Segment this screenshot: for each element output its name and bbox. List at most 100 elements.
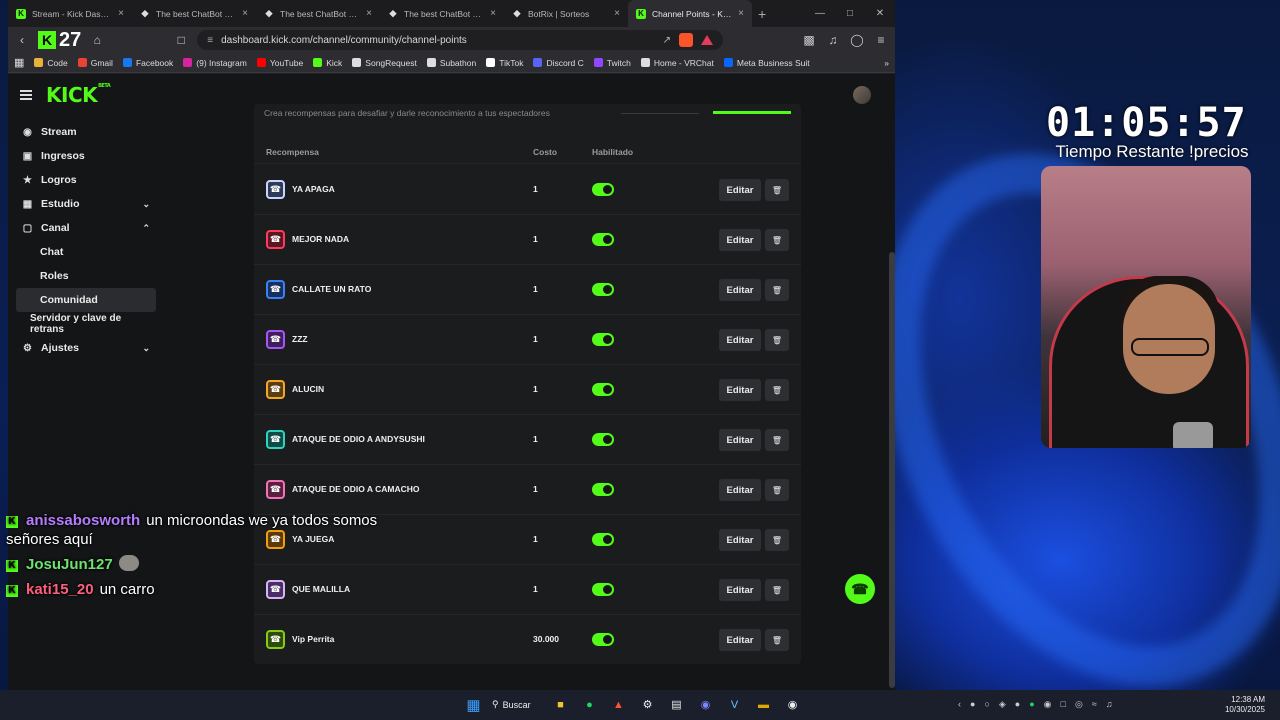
edit-button[interactable]: Editar (719, 479, 761, 501)
discord-icon[interactable]: ◉ (695, 694, 716, 715)
tray-app-icon[interactable]: ◈ (999, 699, 1006, 710)
delete-button[interactable]: 🗑 (765, 179, 789, 201)
bookmark-item[interactable]: Meta Business Suit (723, 58, 810, 68)
bookmark-item[interactable]: Facebook (122, 58, 173, 68)
page-scrollbar[interactable] (889, 252, 895, 688)
enabled-toggle[interactable] (592, 483, 614, 496)
sidebar-item-ajustes[interactable]: ⚙ Ajustes ⌄ (16, 336, 156, 360)
sidebar-item-servidor[interactable]: Servidor y clave de retrans (16, 312, 156, 336)
edit-button[interactable]: Editar (719, 329, 761, 351)
edit-button[interactable]: Editar (719, 179, 761, 201)
sidebar-item-comunidad[interactable]: Comunidad (16, 288, 156, 312)
bookmark-item[interactable]: SongRequest (352, 58, 417, 68)
tray-app-icon[interactable]: ● (970, 699, 975, 710)
delete-button[interactable]: 🗑 (765, 379, 789, 401)
kick-extension-badge[interactable]: K 27 (38, 29, 81, 52)
close-tab-icon[interactable]: × (614, 8, 620, 19)
share-icon[interactable]: ↗ (663, 35, 671, 46)
close-window-button[interactable]: ✕ (865, 0, 895, 27)
tray-app-icon[interactable]: ○ (984, 699, 989, 710)
browser-tab[interactable]: K Channel Points - Kick × (628, 0, 752, 27)
browser-tab[interactable]: ◆ The best ChatBot and W × (256, 0, 380, 27)
windows-start-icon[interactable]: ▦ (463, 694, 484, 715)
close-tab-icon[interactable]: × (118, 8, 124, 19)
tray-chevron-icon[interactable]: ‹ (958, 699, 961, 710)
edit-button[interactable]: Editar (719, 429, 761, 451)
minimize-button[interactable]: — (805, 0, 835, 27)
chevron-up-icon[interactable]: ⌃ (142, 223, 150, 234)
chevron-down-icon[interactable]: ⌄ (142, 199, 150, 210)
sidebar-toggle-icon[interactable]: ▩ (801, 33, 817, 47)
enabled-toggle[interactable] (592, 433, 614, 446)
spotify-icon[interactable]: ● (579, 694, 600, 715)
apps-grid-icon[interactable]: ▦ (14, 56, 24, 69)
bookmark-item[interactable]: Code (34, 58, 68, 68)
sidebar-item-roles[interactable]: Roles (16, 264, 156, 288)
folder-icon[interactable]: ▬ (753, 694, 774, 715)
sidebar-item-stream[interactable]: ◉ Stream (16, 120, 156, 144)
enabled-toggle[interactable] (592, 383, 614, 396)
microphone-icon[interactable]: ◎ (1075, 699, 1083, 710)
bookmark-item[interactable]: Kick (313, 58, 342, 68)
sidebar-item-logros[interactable]: ★ Logros (16, 168, 156, 192)
home-icon[interactable]: ⌂ (89, 33, 105, 47)
media-icon[interactable]: ♫ (825, 33, 841, 47)
bookmark-item[interactable]: YouTube (256, 58, 303, 68)
tray-spotify-icon[interactable]: ● (1029, 699, 1034, 710)
new-tab-button[interactable]: + (758, 6, 766, 22)
brave-rewards-icon[interactable] (701, 35, 713, 45)
delete-button[interactable]: 🗑 (765, 479, 789, 501)
tray-app-icon[interactable]: ● (1015, 699, 1020, 710)
vpn-icon[interactable]: ◯ (849, 33, 865, 47)
browser-tab[interactable]: ◆ The best ChatBot and × (132, 0, 256, 27)
menu-icon[interactable]: ≡ (873, 33, 889, 47)
edit-button[interactable]: Editar (719, 229, 761, 251)
bookmark-item[interactable]: Twitch (593, 58, 631, 68)
edit-button[interactable]: Editar (719, 579, 761, 601)
sidebar-item-estudio[interactable]: ▦ Estudio ⌄ (16, 192, 156, 216)
bookmark-item[interactable]: TikTok (486, 58, 523, 68)
brave-browser-icon[interactable]: ▲ (608, 694, 629, 715)
tray-discord-icon[interactable]: ◉ (1044, 699, 1052, 710)
app-icon[interactable]: ▤ (666, 694, 687, 715)
volume-icon[interactable]: ♫ (1106, 699, 1113, 710)
browser-tab[interactable]: ◆ The best ChatBot and W × (380, 0, 504, 27)
maximize-button[interactable]: □ (835, 0, 865, 27)
bookmark-item[interactable]: Gmail (77, 58, 113, 68)
delete-button[interactable]: 🗑 (765, 629, 789, 651)
delete-button[interactable]: 🗑 (765, 329, 789, 351)
bookmark-item[interactable]: Home - VRChat (640, 58, 714, 68)
taskbar-search[interactable]: ⚲ Buscar (492, 694, 542, 715)
close-tab-icon[interactable]: × (366, 8, 372, 19)
url-field[interactable]: ≡ dashboard.kick.com/channel/community/c… (197, 30, 723, 50)
bookmarks-overflow-icon[interactable]: » (884, 58, 889, 68)
obs-icon[interactable]: ◉ (782, 694, 803, 715)
delete-button[interactable]: 🗑 (765, 279, 789, 301)
close-tab-icon[interactable]: × (242, 8, 248, 19)
user-avatar[interactable] (853, 86, 871, 104)
enabled-toggle[interactable] (592, 633, 614, 646)
kick-logo[interactable]: KICKBETA (46, 83, 111, 107)
tray-app-icon[interactable]: □ (1061, 699, 1066, 710)
secondary-button[interactable] (621, 104, 699, 114)
sidebar-item-canal[interactable]: ▢ Canal ⌃ (16, 216, 156, 240)
vscode-icon[interactable]: V (724, 694, 745, 715)
create-reward-button[interactable] (713, 104, 791, 114)
support-chat-button[interactable]: ☎ (845, 574, 875, 604)
bookmark-item[interactable]: Subathon (426, 58, 476, 68)
enabled-toggle[interactable] (592, 583, 614, 596)
edit-button[interactable]: Editar (719, 629, 761, 651)
enabled-toggle[interactable] (592, 283, 614, 296)
browser-tab[interactable]: K Stream - Kick Dashbo × (8, 0, 132, 27)
wifi-icon[interactable]: ≈ (1092, 699, 1097, 710)
enabled-toggle[interactable] (592, 533, 614, 546)
enabled-toggle[interactable] (592, 233, 614, 246)
sidebar-item-chat[interactable]: Chat (16, 240, 156, 264)
delete-button[interactable]: 🗑 (765, 579, 789, 601)
close-tab-icon[interactable]: × (738, 8, 744, 19)
sidebar-item-ingresos[interactable]: ▣ Ingresos (16, 144, 156, 168)
edit-button[interactable]: Editar (719, 379, 761, 401)
chevron-down-icon[interactable]: ⌄ (142, 343, 150, 354)
browser-tab[interactable]: ◆ BotRix | Sorteos × (504, 0, 628, 27)
taskbar-clock[interactable]: 12:38 AM 10/30/2025 (1205, 695, 1265, 715)
